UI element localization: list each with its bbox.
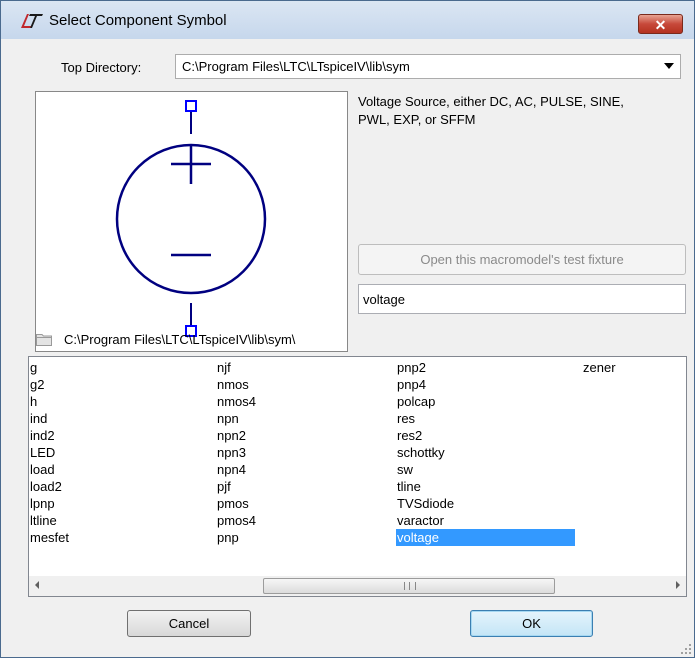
top-directory-value: C:\Program Files\LTC\LTspiceIV\lib\sym bbox=[182, 59, 410, 74]
list-column-3: pnp2 pnp4 polcap res res2 schottky sw tl… bbox=[396, 359, 575, 546]
list-item[interactable]: g bbox=[29, 359, 69, 376]
list-item[interactable]: schottky bbox=[396, 444, 575, 461]
list-item[interactable]: TVSdiode bbox=[396, 495, 575, 512]
list-item[interactable]: res2 bbox=[396, 427, 575, 444]
list-item[interactable]: njf bbox=[216, 359, 256, 376]
list-item[interactable]: ind2 bbox=[29, 427, 69, 444]
window-title: Select Component Symbol bbox=[49, 12, 227, 29]
list-column-1: g g2 h ind ind2 LED load load2 lpnp ltli… bbox=[29, 359, 69, 546]
dialog-window: Select Component Symbol ✕ Top Directory:… bbox=[0, 0, 695, 658]
arrow-right-icon[interactable] bbox=[676, 581, 680, 589]
list-item[interactable]: pmos4 bbox=[216, 512, 256, 529]
list-item[interactable]: g2 bbox=[29, 376, 69, 393]
chevron-down-icon bbox=[664, 63, 674, 69]
ok-button[interactable]: OK bbox=[470, 610, 593, 637]
ltspice-logo-icon bbox=[21, 14, 43, 28]
voltage-source-symbol bbox=[115, 100, 267, 337]
component-description: Voltage Source, either DC, AC, PULSE, SI… bbox=[358, 94, 624, 127]
list-item[interactable]: load bbox=[29, 461, 69, 478]
list-item[interactable]: sw bbox=[396, 461, 575, 478]
list-item[interactable]: varactor bbox=[396, 512, 575, 529]
symbol-preview bbox=[35, 91, 348, 352]
list-item[interactable]: h bbox=[29, 393, 69, 410]
list-item[interactable]: npn bbox=[216, 410, 256, 427]
scrollbar-thumb[interactable] bbox=[263, 578, 555, 594]
list-item[interactable]: res bbox=[396, 410, 575, 427]
component-name-value: voltage bbox=[363, 292, 405, 307]
close-icon: ✕ bbox=[654, 17, 667, 33]
list-item[interactable]: nmos4 bbox=[216, 393, 256, 410]
list-item[interactable]: pmos bbox=[216, 495, 256, 512]
arrow-left-icon[interactable] bbox=[35, 581, 39, 589]
list-item[interactable]: mesfet bbox=[29, 529, 69, 546]
resize-grip-icon[interactable] bbox=[681, 644, 691, 654]
list-item[interactable]: zener bbox=[582, 359, 616, 376]
list-item[interactable]: pnp bbox=[216, 529, 256, 546]
close-button[interactable]: ✕ bbox=[638, 14, 683, 34]
open-test-fixture-button[interactable]: Open this macromodel's test fixture bbox=[358, 244, 686, 275]
list-item-selected[interactable]: voltage bbox=[396, 529, 575, 546]
list-item[interactable]: lpnp bbox=[29, 495, 69, 512]
list-item[interactable]: ind bbox=[29, 410, 69, 427]
dialog-body: Top Directory: C:\Program Files\LTC\LTsp… bbox=[9, 39, 687, 651]
current-path-text: C:\Program Files\LTC\LTspiceIV\lib\sym\ bbox=[64, 332, 296, 347]
title-bar[interactable]: Select Component Symbol ✕ bbox=[1, 1, 694, 39]
list-item[interactable]: npn2 bbox=[216, 427, 256, 444]
folder-icon bbox=[36, 334, 52, 346]
list-item[interactable]: load2 bbox=[29, 478, 69, 495]
list-item[interactable]: tline bbox=[396, 478, 575, 495]
list-item[interactable]: polcap bbox=[396, 393, 575, 410]
cancel-button[interactable]: Cancel bbox=[127, 610, 251, 637]
list-item[interactable]: ltline bbox=[29, 512, 69, 529]
top-directory-dropdown[interactable]: C:\Program Files\LTC\LTspiceIV\lib\sym bbox=[175, 54, 681, 79]
list-column-2: njf nmos nmos4 npn npn2 npn3 npn4 pjf pm… bbox=[216, 359, 256, 546]
list-item[interactable]: nmos bbox=[216, 376, 256, 393]
list-item[interactable]: pnp4 bbox=[396, 376, 575, 393]
grip-icon bbox=[404, 582, 416, 590]
list-item[interactable]: LED bbox=[29, 444, 69, 461]
top-directory-label: Top Directory: bbox=[61, 60, 142, 75]
list-item[interactable]: npn3 bbox=[216, 444, 256, 461]
list-item[interactable]: pjf bbox=[216, 478, 256, 495]
component-name-field[interactable]: voltage bbox=[358, 284, 686, 314]
list-item[interactable]: npn4 bbox=[216, 461, 256, 478]
list-column-4: zener bbox=[582, 359, 616, 376]
symbol-listbox[interactable]: g g2 h ind ind2 LED load load2 lpnp ltli… bbox=[28, 356, 687, 597]
list-item[interactable]: pnp2 bbox=[396, 359, 575, 376]
horizontal-scrollbar[interactable] bbox=[29, 576, 686, 596]
